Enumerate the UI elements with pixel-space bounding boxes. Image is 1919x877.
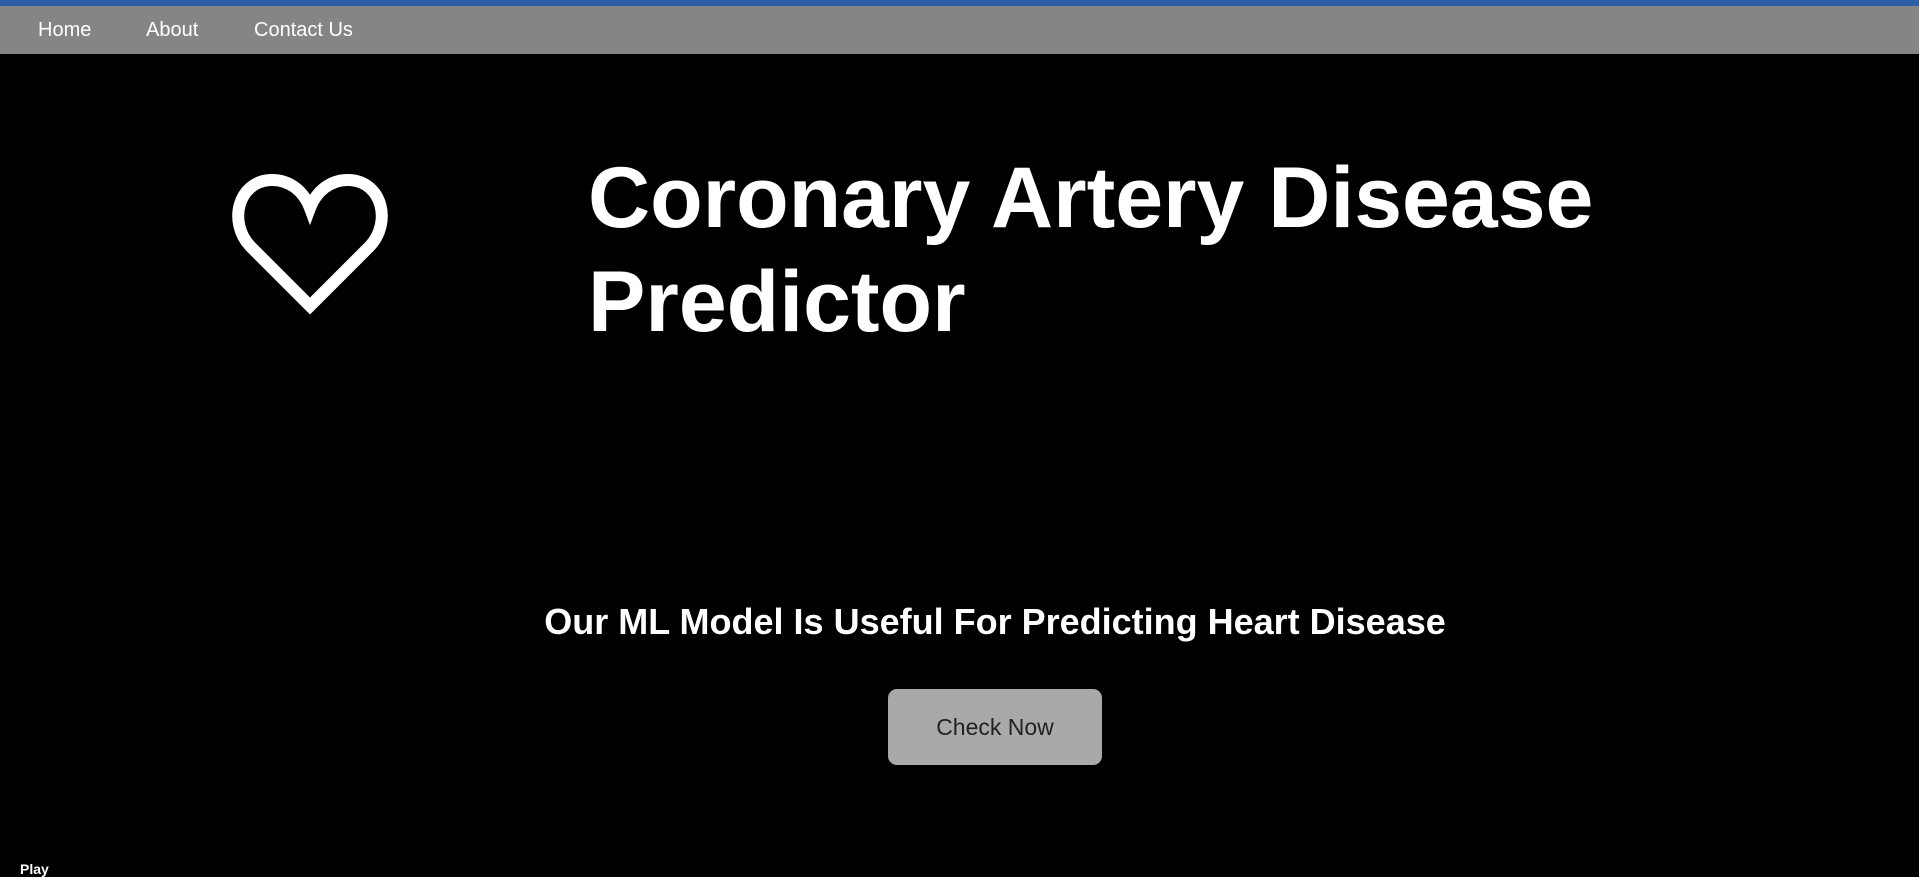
hero-subtitle: Our ML Model Is Useful For Predicting He… xyxy=(544,601,1446,642)
hero-section: Coronary Artery Disease Predictor Our ML… xyxy=(0,54,1919,876)
check-now-button[interactable]: Check Now xyxy=(888,689,1102,765)
heart-outline-icon xyxy=(232,164,388,318)
page-title: Coronary Artery Disease Predictor xyxy=(588,150,1594,350)
nav-link-about[interactable]: About xyxy=(146,6,198,54)
nav-link-contact-us[interactable]: Contact Us xyxy=(254,6,353,54)
play-label[interactable]: Play xyxy=(20,862,49,876)
top-navbar: Home About Contact Us xyxy=(0,6,1919,54)
nav-link-home[interactable]: Home xyxy=(38,6,91,54)
